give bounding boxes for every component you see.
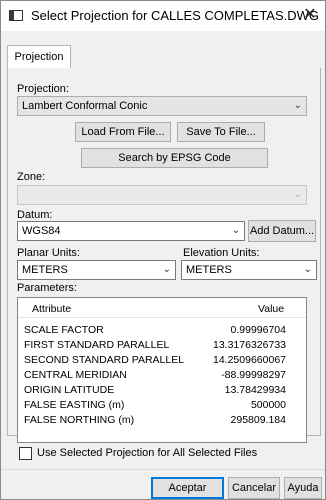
chevron-down-icon: ⌄ <box>162 264 171 275</box>
title-bar[interactable]: Select Projection for CALLES COMPLETAS.D… <box>1 1 325 31</box>
chevron-down-icon: ⌄ <box>293 100 302 111</box>
accept-button[interactable]: Aceptar <box>151 477 224 499</box>
param-name: CENTRAL MERIDIAN <box>24 369 127 381</box>
column-header-value[interactable]: Value <box>258 303 284 315</box>
param-value: 295809.184 <box>230 414 286 426</box>
chevron-down-icon: ⌄ <box>231 225 240 236</box>
elevation-units-label: Elevation Units: <box>183 247 260 259</box>
table-row[interactable]: SCALE FACTOR 0.99996704 <box>18 324 306 337</box>
tab-projection[interactable]: Projection <box>7 45 71 69</box>
table-row[interactable]: FALSE NORTHING (m) 295809.184 <box>18 414 306 427</box>
param-value: 500000 <box>250 399 286 411</box>
chevron-down-icon: ⌄ <box>293 189 302 200</box>
load-from-file-button[interactable]: Load From File... <box>75 122 171 142</box>
window-title: Select Projection for CALLES COMPLETAS.D… <box>31 8 320 23</box>
table-row[interactable]: ORIGIN LATITUDE 13.78429934 <box>18 384 306 397</box>
datum-value: WGS84 <box>22 225 61 237</box>
param-value: -88.99998297 <box>221 369 286 381</box>
parameters-table[interactable]: Attribute Value SCALE FACTOR 0.99996704 … <box>17 297 307 443</box>
param-value: 14.2509660067 <box>213 354 286 366</box>
zone-select[interactable]: ⌄ <box>17 185 307 205</box>
column-header-attribute[interactable]: Attribute <box>32 303 71 315</box>
projection-value: Lambert Conformal Conic <box>22 100 148 112</box>
parameters-label: Parameters: <box>17 282 77 294</box>
add-datum-button[interactable]: Add Datum... <box>248 220 316 242</box>
table-row[interactable]: FIRST STANDARD PARALLEL 13.3176326733 <box>18 339 306 352</box>
param-name: FALSE EASTING (m) <box>24 399 125 411</box>
param-value: 13.78429934 <box>224 384 286 396</box>
table-row[interactable]: FALSE EASTING (m) 500000 <box>18 399 306 412</box>
table-row[interactable]: CENTRAL MERIDIAN -88.99998297 <box>18 369 306 382</box>
planar-units-value: METERS <box>22 264 68 276</box>
window-icon <box>9 10 23 21</box>
help-button[interactable]: Ayuda <box>284 477 322 499</box>
close-icon: ✕ <box>303 6 317 23</box>
close-button[interactable]: ✕ <box>295 1 325 31</box>
use-for-all-checkbox[interactable] <box>19 447 32 460</box>
search-epsg-button[interactable]: Search by EPSG Code <box>81 148 268 168</box>
chevron-down-icon: ⌄ <box>303 264 312 275</box>
projection-dialog: Select Projection for CALLES COMPLETAS.D… <box>0 0 326 500</box>
param-name: FALSE NORTHING (m) <box>24 414 135 426</box>
param-name: SCALE FACTOR <box>24 324 104 336</box>
datum-label: Datum: <box>17 209 53 221</box>
projection-select[interactable]: Lambert Conformal Conic ⌄ <box>17 96 307 116</box>
use-for-all-label[interactable]: Use Selected Projection for All Selected… <box>37 447 257 459</box>
planar-units-select[interactable]: METERS ⌄ <box>17 260 176 280</box>
param-value: 0.99996704 <box>230 324 286 336</box>
planar-units-label: Planar Units: <box>17 247 80 259</box>
elevation-units-select[interactable]: METERS ⌄ <box>181 260 317 280</box>
table-row[interactable]: SECOND STANDARD PARALLEL 14.2509660067 <box>18 354 306 367</box>
cancel-button[interactable]: Cancelar <box>228 477 280 499</box>
footer-divider <box>1 469 325 470</box>
param-name: ORIGIN LATITUDE <box>24 384 115 396</box>
parameters-header: Attribute Value <box>18 298 306 318</box>
zone-label: Zone: <box>17 171 46 183</box>
elevation-units-value: METERS <box>186 264 232 276</box>
save-to-file-button[interactable]: Save To File... <box>177 122 265 142</box>
param-value: 13.3176326733 <box>213 339 286 351</box>
param-name: FIRST STANDARD PARALLEL <box>24 339 170 351</box>
param-name: SECOND STANDARD PARALLEL <box>24 354 185 366</box>
projection-label: Projection: <box>17 83 69 95</box>
datum-select[interactable]: WGS84 ⌄ <box>17 221 245 241</box>
